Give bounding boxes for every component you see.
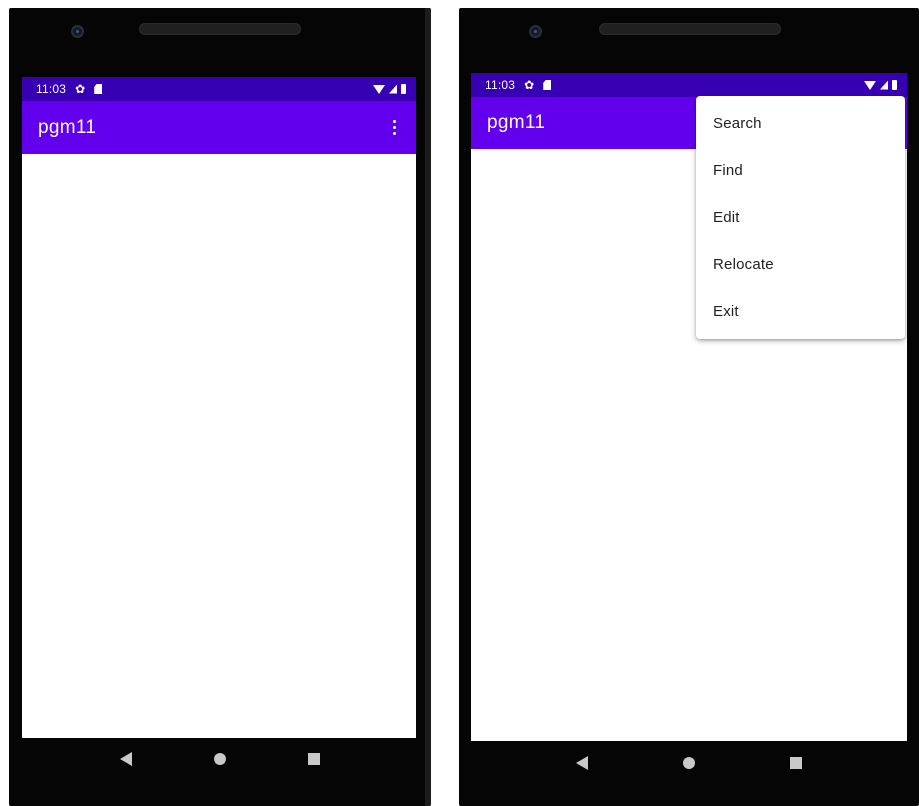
cell-signal-icon [389,84,397,94]
app-title: pgm11 [487,112,546,133]
overflow-menu-button[interactable] [384,113,404,143]
wifi-icon [864,80,876,90]
overflow-popup-menu: Search Find Edit Relocate Exit [696,96,905,339]
sd-card-icon [94,84,103,94]
back-icon[interactable] [576,756,589,770]
front-camera-icon [529,25,542,38]
menu-item-edit[interactable]: Edit [696,194,905,241]
front-camera-icon [71,25,84,38]
app-title: pgm11 [38,116,97,138]
status-time: 11:03 [36,82,67,96]
right-screen: 11:03 ✿ pgm11 Search Find Edit Relocate … [471,73,907,741]
recents-icon[interactable] [789,757,802,769]
app-bar: pgm11 [22,101,416,154]
recents-icon[interactable] [308,753,320,765]
navigation-bar [9,744,431,774]
content-area [22,154,416,738]
menu-item-find[interactable]: Find [696,147,905,194]
sd-card-icon [543,80,552,90]
home-icon[interactable] [682,757,695,769]
menu-item-relocate[interactable]: Relocate [696,241,905,288]
wifi-icon [373,84,385,94]
status-time: 11:03 [485,78,516,92]
earpiece-speaker [599,23,781,35]
status-right-icons [373,84,406,94]
back-icon[interactable] [120,752,132,766]
navigation-bar [459,748,919,778]
battery-icon [892,80,897,90]
battery-icon [401,84,406,94]
status-right-icons [864,80,897,90]
home-icon[interactable] [214,753,226,765]
right-phone-frame: 11:03 ✿ pgm11 Search Find Edit Relocate … [459,8,919,806]
menu-item-exit[interactable]: Exit [696,288,905,335]
gear-icon: ✿ [75,82,86,96]
left-screen: 11:03 ✿ pgm11 [22,77,416,738]
gear-icon: ✿ [524,78,535,92]
menu-item-search[interactable]: Search [696,100,905,147]
status-bar: 11:03 ✿ [22,77,416,101]
earpiece-speaker [139,23,301,35]
more-vert-icon [392,120,396,135]
cell-signal-icon [880,80,888,90]
left-phone-frame: 11:03 ✿ pgm11 [9,8,431,806]
phone-side-edge [425,8,431,806]
status-bar: 11:03 ✿ [471,73,907,97]
